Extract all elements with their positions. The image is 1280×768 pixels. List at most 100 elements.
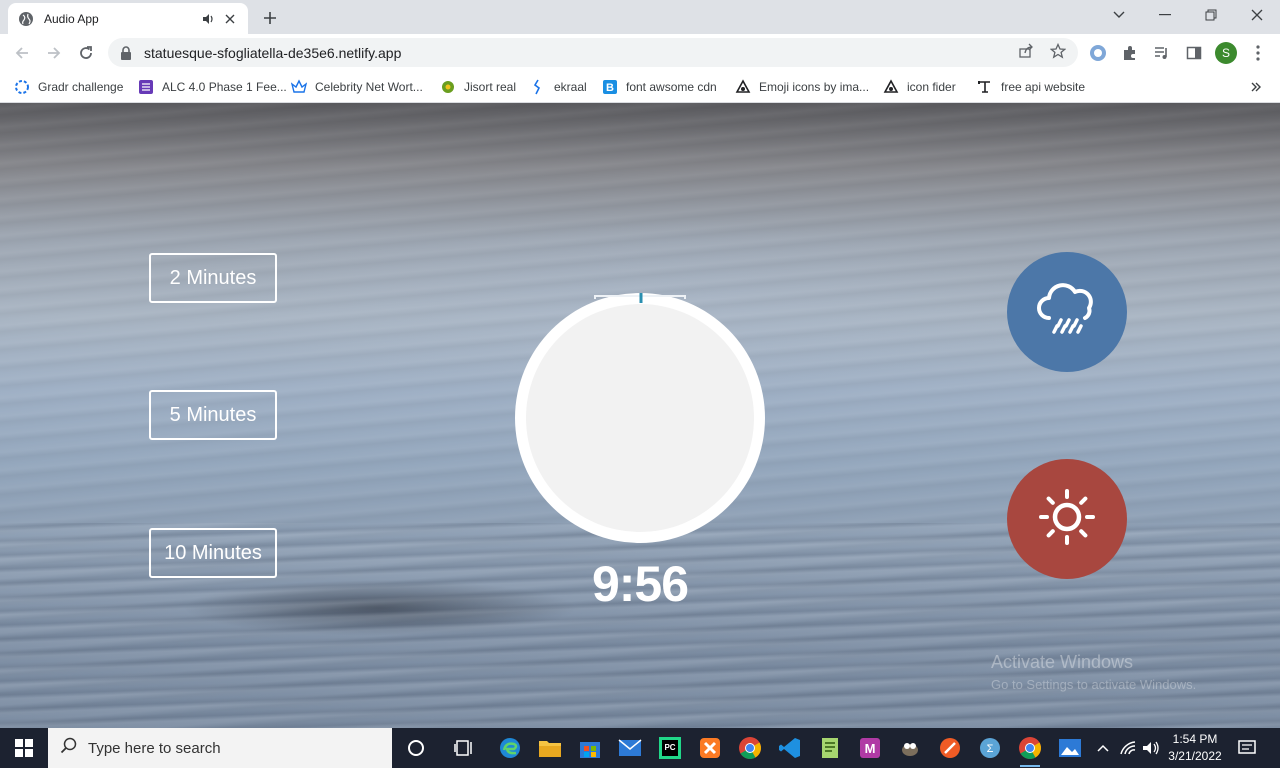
tab-strip: Audio App bbox=[0, 0, 1280, 34]
activate-windows-title: Activate Windows bbox=[991, 652, 1134, 672]
bookmark-item[interactable]: B font awsome cdn bbox=[602, 76, 717, 98]
progress-indicator bbox=[639, 293, 643, 303]
gradr-icon bbox=[14, 79, 30, 95]
windows-taskbar: Type here to search PC M Σ 1:54 PM 3/21/… bbox=[0, 728, 1280, 768]
bookmark-item[interactable]: Jisort real bbox=[440, 76, 516, 98]
browser-tab[interactable]: Audio App bbox=[8, 3, 248, 34]
more-menu-icon[interactable] bbox=[1247, 42, 1269, 64]
puzzle-extensions-icon[interactable] bbox=[1119, 42, 1141, 64]
svg-text:Σ: Σ bbox=[987, 743, 994, 755]
bookmark-label: font awsome cdn bbox=[626, 80, 717, 94]
extension-edge-icon[interactable] bbox=[1087, 42, 1109, 64]
wifi-icon[interactable] bbox=[1117, 736, 1139, 760]
tab-title: Audio App bbox=[44, 11, 99, 26]
address-bar[interactable]: statuesque-sfogliatella-de35e6.netlify.a… bbox=[108, 38, 1078, 67]
chevron-up-icon[interactable] bbox=[1092, 736, 1114, 760]
bookmark-item[interactable]: free api website bbox=[977, 76, 1085, 98]
mongodb-compass-icon[interactable]: M bbox=[856, 734, 884, 762]
xampp-icon[interactable] bbox=[696, 734, 724, 762]
profile-avatar[interactable]: S bbox=[1215, 42, 1237, 64]
share-icon[interactable] bbox=[1016, 41, 1036, 61]
minimize-icon[interactable] bbox=[1142, 0, 1188, 30]
iconfinder-icon bbox=[883, 79, 899, 95]
side-panel-icon[interactable] bbox=[1183, 42, 1205, 64]
chrome-icon[interactable] bbox=[736, 734, 764, 762]
vscode-icon[interactable] bbox=[776, 734, 804, 762]
bookmark-label: Gradr challenge bbox=[38, 80, 124, 94]
url-text: statuesque-sfogliatella-de35e6.netlify.a… bbox=[144, 44, 402, 61]
file-explorer-icon[interactable] bbox=[536, 734, 564, 762]
emoji-icon bbox=[735, 79, 751, 95]
bookmark-item[interactable]: Gradr challenge bbox=[14, 76, 123, 98]
restore-icon[interactable] bbox=[1188, 0, 1234, 30]
bookmark-item[interactable]: Emoji icons by ima... bbox=[735, 76, 869, 98]
clock-date: 3/21/2022 bbox=[1168, 749, 1222, 763]
globe-icon bbox=[18, 11, 34, 27]
reload-icon[interactable] bbox=[72, 39, 100, 67]
task-view-icon[interactable] bbox=[450, 734, 478, 762]
rain-cloud-icon bbox=[1035, 282, 1099, 343]
bookmark-item[interactable]: ALC 4.0 Phase 1 Fee... bbox=[138, 76, 287, 98]
close-window-icon[interactable] bbox=[1234, 0, 1280, 30]
time-select-5min-button[interactable]: 5 Minutes bbox=[149, 390, 277, 440]
tab-search-icon[interactable] bbox=[1096, 0, 1142, 30]
sun-icon bbox=[1035, 485, 1099, 554]
taskbar-search[interactable]: Type here to search bbox=[48, 728, 392, 768]
notepad-icon[interactable] bbox=[816, 734, 844, 762]
svg-text:PC: PC bbox=[664, 743, 675, 752]
photos-icon[interactable] bbox=[1056, 734, 1084, 762]
star-bookmark-icon[interactable] bbox=[1048, 41, 1068, 61]
bookmark-label: icon fider bbox=[907, 80, 956, 94]
form-icon bbox=[138, 79, 154, 95]
audio-app-page: 2 Minutes 5 Minutes 10 Minutes 9:56 Acti… bbox=[0, 103, 1280, 728]
back-arrow-icon[interactable] bbox=[8, 39, 36, 67]
media-control-icon[interactable] bbox=[1151, 42, 1173, 64]
ekraal-icon bbox=[530, 79, 546, 95]
api-icon bbox=[977, 79, 993, 95]
b-icon: B bbox=[602, 79, 618, 95]
speaker-icon[interactable] bbox=[200, 11, 216, 27]
gimp-icon[interactable] bbox=[896, 734, 924, 762]
search-placeholder: Type here to search bbox=[88, 739, 221, 757]
bookmarks-overflow-icon[interactable] bbox=[1250, 76, 1262, 98]
crown-icon bbox=[291, 79, 307, 95]
time-select-10min-button[interactable]: 10 Minutes bbox=[149, 528, 277, 578]
bookmark-label: free api website bbox=[1001, 80, 1086, 94]
bookmark-item[interactable]: Celebrity Net Wort... bbox=[291, 76, 423, 98]
notifications-icon[interactable] bbox=[1236, 736, 1258, 760]
volume-icon[interactable] bbox=[1140, 736, 1162, 760]
time-display: 9:56 bbox=[591, 556, 689, 612]
clock-time: 1:54 PM bbox=[1172, 732, 1218, 746]
new-tab-button[interactable] bbox=[258, 6, 282, 30]
store-icon[interactable] bbox=[576, 734, 604, 762]
chrome-active-icon[interactable] bbox=[1016, 734, 1044, 767]
browser-toolbar: statuesque-sfogliatella-de35e6.netlify.a… bbox=[0, 34, 1280, 72]
svg-text:B: B bbox=[606, 82, 614, 94]
windows-start-icon[interactable] bbox=[0, 728, 48, 768]
forward-arrow-icon[interactable] bbox=[40, 39, 68, 67]
calculator-icon[interactable]: Σ bbox=[976, 734, 1004, 762]
mail-icon[interactable] bbox=[616, 734, 644, 762]
bookmark-item[interactable]: ekraal bbox=[530, 76, 587, 98]
cortana-icon[interactable] bbox=[402, 734, 430, 762]
bookmark-label: Jisort real bbox=[464, 80, 517, 94]
bookmark-label: Celebrity Net Wort... bbox=[315, 80, 423, 94]
jisort-icon bbox=[440, 79, 456, 95]
close-tab-icon[interactable] bbox=[222, 11, 238, 27]
progress-ring bbox=[594, 293, 686, 303]
search-icon bbox=[60, 737, 78, 760]
time-select-2min-button[interactable]: 2 Minutes bbox=[149, 253, 277, 303]
taskbar-clock[interactable]: 1:54 PM 3/21/2022 bbox=[1160, 731, 1230, 765]
activate-windows-subtitle: Go to Settings to activate Windows. bbox=[991, 677, 1197, 692]
bookmark-label: Emoji icons by ima... bbox=[759, 80, 870, 94]
bookmark-label: ALC 4.0 Phase 1 Fee... bbox=[162, 80, 287, 94]
bookmark-item[interactable]: icon fider bbox=[883, 76, 956, 98]
edge-browser-icon[interactable] bbox=[496, 734, 524, 762]
sun-sound-button[interactable] bbox=[1007, 459, 1127, 579]
lock-icon[interactable] bbox=[120, 45, 134, 60]
svg-text:M: M bbox=[865, 741, 876, 756]
postman-icon[interactable] bbox=[936, 734, 964, 762]
bookmarks-bar: Gradr challenge ALC 4.0 Phase 1 Fee... C… bbox=[0, 72, 1280, 103]
pycharm-icon[interactable]: PC bbox=[656, 734, 684, 762]
rain-sound-button[interactable] bbox=[1007, 252, 1127, 372]
